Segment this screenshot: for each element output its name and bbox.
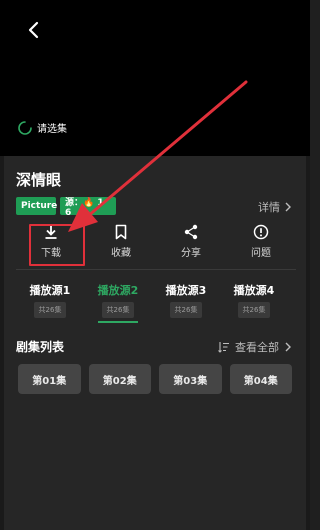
source-episode-count: 共26集 xyxy=(169,302,203,318)
episode-button[interactable]: 第03集 xyxy=(159,364,222,394)
episode-list-title: 剧集列表 xyxy=(16,340,65,354)
show-title: 深情眼 xyxy=(16,171,62,189)
report-button[interactable]: 问题 xyxy=(226,224,296,268)
source-name: 播放源3 xyxy=(165,284,207,297)
favorite-button[interactable]: 收藏 xyxy=(86,224,156,268)
source-name: 播放源1 xyxy=(29,284,71,297)
sort-icon xyxy=(218,342,229,353)
loading-text: 请选集 xyxy=(37,124,67,135)
divider xyxy=(16,269,296,270)
source-tab-2[interactable]: 播放源2 共26集 xyxy=(84,282,152,323)
source-episode-count: 共26集 xyxy=(33,302,67,318)
source-tabs: 播放源1 共26集 播放源2 共26集 播放源3 共26集 播放源4 共26集 xyxy=(16,282,296,323)
episode-button[interactable]: 第01集 xyxy=(18,364,81,394)
favorite-label: 收藏 xyxy=(111,248,131,259)
source-badge: 源：🔥 1 6 xyxy=(60,197,116,218)
panel-edge-left xyxy=(0,156,4,530)
chevron-right-icon xyxy=(285,202,291,212)
panel-edge-right xyxy=(306,156,310,530)
source-name-active: 播放源2 xyxy=(97,284,139,297)
active-tab-indicator xyxy=(98,321,138,323)
episode-button[interactable]: 第02集 xyxy=(88,364,151,394)
share-button[interactable]: 分享 xyxy=(156,224,226,268)
source-tab-1[interactable]: 播放源1 共26集 xyxy=(16,282,84,318)
source-episode-count: 共26集 xyxy=(237,302,271,318)
episode-grid: 第01集 第02集 第03集 第04集 xyxy=(18,364,292,394)
details-link[interactable]: 详情 xyxy=(258,199,292,215)
episode-button[interactable]: 第04集 xyxy=(229,364,292,394)
details-label: 详情 xyxy=(258,201,280,214)
info-icon xyxy=(253,224,269,240)
spinner-icon xyxy=(18,120,32,135)
chevron-right-icon xyxy=(285,342,291,352)
back-icon[interactable] xyxy=(22,18,46,42)
share-label: 分享 xyxy=(181,248,201,259)
bookmark-icon xyxy=(115,224,127,240)
source-tab-4[interactable]: 播放源4 共26集 xyxy=(220,282,288,318)
view-all-label: 查看全部 xyxy=(235,341,279,354)
loading-indicator: 请选集 xyxy=(18,120,67,135)
report-label: 问题 xyxy=(251,248,271,259)
highlight-box xyxy=(29,224,85,266)
source-name: 播放源4 xyxy=(233,284,275,297)
video-player[interactable]: 请选集 xyxy=(0,0,310,156)
source-tab-3[interactable]: 播放源3 共26集 xyxy=(152,282,220,318)
picture-badge: Picture xyxy=(16,197,57,215)
source-episode-count: 共26集 xyxy=(101,302,135,318)
share-icon xyxy=(184,224,198,240)
view-all-link[interactable]: 查看全部 xyxy=(218,339,292,355)
